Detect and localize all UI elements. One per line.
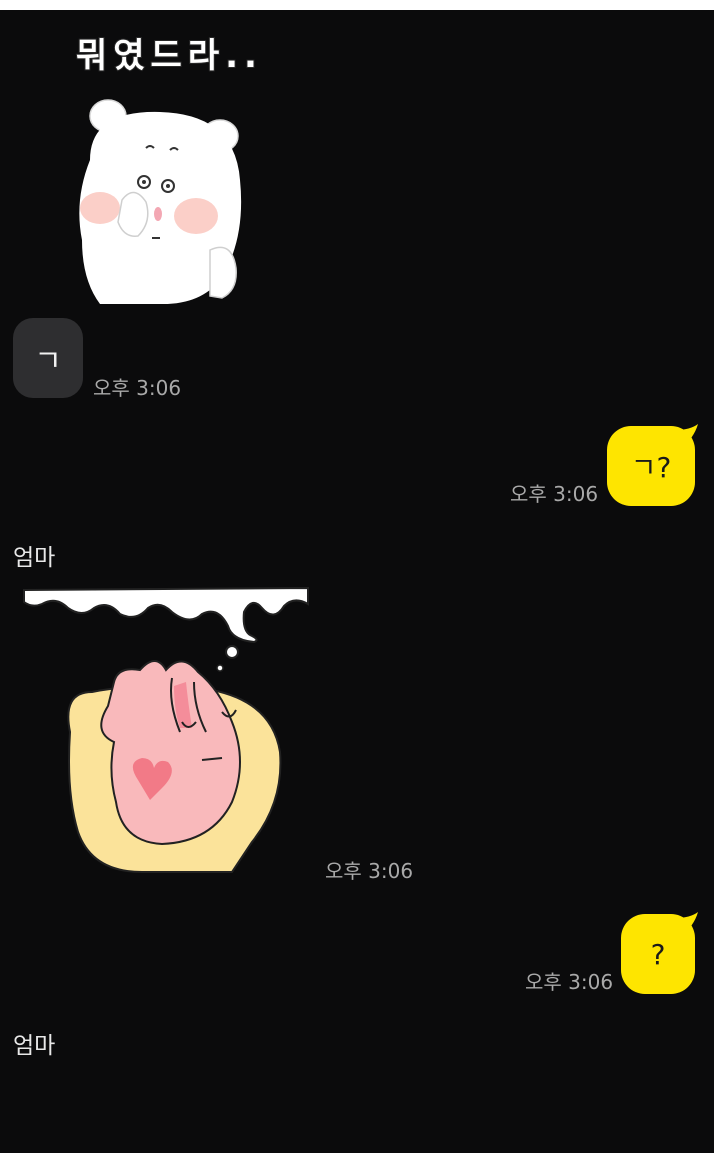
message-timestamp: 오후 3:06 bbox=[510, 482, 599, 506]
message-bubble-sent[interactable]: ? bbox=[621, 914, 695, 994]
sticker-message-rabbit[interactable] bbox=[22, 582, 322, 882]
chat-screen[interactable]: 뭐였드라.. ㄱ 오후 3:06 오후 3:06 ㄱ? 엄마 오후 3:06 오… bbox=[0, 10, 714, 1153]
message-timestamp: 오후 3:06 bbox=[325, 859, 414, 883]
sender-name: 엄마 bbox=[13, 545, 56, 571]
message-timestamp: 오후 3:06 bbox=[525, 970, 614, 994]
white-bear-sticker-icon bbox=[79, 99, 242, 305]
sender-name: 엄마 bbox=[13, 1033, 56, 1059]
pink-rabbit-sticker-icon bbox=[23, 586, 309, 873]
message-bubble-received[interactable]: ㄱ bbox=[13, 318, 83, 398]
sticker-caption: 뭐였드라.. bbox=[75, 35, 263, 77]
message-timestamp: 오후 3:06 bbox=[93, 376, 182, 400]
sticker-message-bear[interactable]: 뭐였드라.. bbox=[60, 22, 320, 312]
message-bubble-sent[interactable]: ㄱ? bbox=[607, 426, 695, 506]
